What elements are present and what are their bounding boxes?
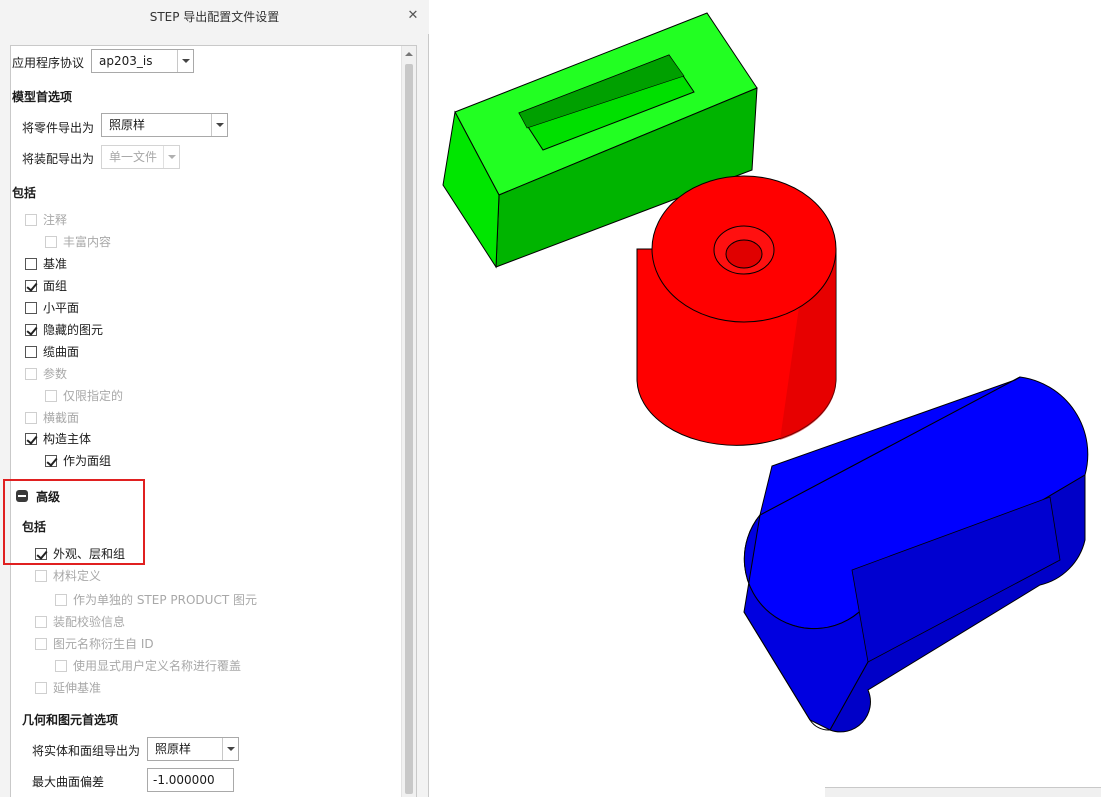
max-deviation-input[interactable] <box>148 769 233 791</box>
protocol-select[interactable]: ap203_is <box>91 49 194 73</box>
chevron-down-icon <box>211 114 227 136</box>
export-solids-value: 照原样 <box>155 742 192 756</box>
label-material-definition: 材料定义 <box>53 569 102 583</box>
highlight-box <box>3 479 145 565</box>
checkbox-cable-surfaces[interactable] <box>25 346 37 358</box>
part-export-select[interactable]: 照原样 <box>101 113 228 137</box>
label-override-user-names: 使用显式用户定义名称进行覆盖 <box>73 659 242 673</box>
label-rich-content: 丰富内容 <box>63 235 112 249</box>
label-specified-only: 仅限指定的 <box>63 389 124 403</box>
chevron-down-icon <box>177 50 193 72</box>
status-strip <box>825 787 1101 797</box>
checkbox-assembly-validation <box>35 616 47 628</box>
max-deviation-label: 最大曲面偏差 <box>32 775 105 789</box>
protocol-label: 应用程序协议 <box>12 56 85 70</box>
dialog-title: STEP 导出配置文件设置 <box>0 0 429 34</box>
protocol-value: ap203_is <box>99 54 153 68</box>
scroll-up-icon[interactable] <box>402 46 416 62</box>
chevron-down-icon <box>222 738 238 760</box>
model-prefs-heading: 模型首选项 <box>12 90 73 104</box>
label-hidden-entities: 隐藏的图元 <box>43 323 104 337</box>
checkbox-separate-step-product <box>55 594 67 606</box>
checkbox-parameters <box>25 368 37 380</box>
export-solids-select[interactable]: 照原样 <box>147 737 239 761</box>
part-export-label: 将零件导出为 <box>22 121 95 135</box>
export-solids-label: 将实体和面组导出为 <box>32 744 141 758</box>
label-parameters: 参数 <box>43 367 68 381</box>
checkbox-material-definition <box>35 570 47 582</box>
part-export-value: 照原样 <box>109 118 146 132</box>
checkbox-facets[interactable] <box>25 302 37 314</box>
label-annotation: 注释 <box>43 213 68 227</box>
model-canvas[interactable] <box>430 0 1101 797</box>
label-construction-body: 构造主体 <box>43 432 92 446</box>
label-datum: 基准 <box>43 257 68 271</box>
label-separate-step-product: 作为单独的 STEP PRODUCT 图元 <box>73 593 257 607</box>
checkbox-rich-content <box>45 236 57 248</box>
include-heading: 包括 <box>12 186 37 200</box>
model-viewport[interactable] <box>430 0 1101 797</box>
max-deviation-field[interactable] <box>147 768 234 792</box>
assembly-export-label: 将装配导出为 <box>22 152 95 166</box>
label-as-quilts: 作为面组 <box>63 454 112 468</box>
red-part[interactable] <box>636 175 837 446</box>
scroll-thumb[interactable] <box>405 64 413 794</box>
checkbox-specified-only <box>45 390 57 402</box>
label-entity-name-from-id: 图元名称衍生自 ID <box>53 637 154 651</box>
checkbox-extend-datums <box>35 682 47 694</box>
close-icon[interactable]: ✕ <box>406 9 420 23</box>
label-facets: 小平面 <box>43 301 80 315</box>
checkbox-override-user-names <box>55 660 67 672</box>
assembly-export-value: 单一文件 <box>109 150 158 164</box>
label-cable-surfaces: 缆曲面 <box>43 345 80 359</box>
checkbox-quilts[interactable] <box>25 280 37 292</box>
label-quilts: 面组 <box>43 279 68 293</box>
geometry-heading: 几何和图元首选项 <box>22 713 119 727</box>
checkbox-entity-name-from-id <box>35 638 47 650</box>
chevron-down-icon <box>163 146 179 168</box>
vertical-scrollbar[interactable] <box>401 46 416 797</box>
checkbox-datum[interactable] <box>25 258 37 270</box>
label-cross-sections: 横截面 <box>43 411 80 425</box>
checkbox-cross-sections <box>25 412 37 424</box>
checkbox-construction-body[interactable] <box>25 433 37 445</box>
step-export-settings-panel: STEP 导出配置文件设置 ✕ 应用程序协议 ap203_is 模型首选项 将零… <box>0 0 429 797</box>
label-assembly-validation: 装配校验信息 <box>53 615 126 629</box>
checkbox-hidden-entities[interactable] <box>25 324 37 336</box>
checkbox-as-quilts[interactable] <box>45 455 57 467</box>
assembly-export-select: 单一文件 <box>101 145 180 169</box>
settings-content: 应用程序协议 ap203_is 模型首选项 将零件导出为 照原样 将装配导出为 … <box>10 45 417 797</box>
checkbox-annotation <box>25 214 37 226</box>
label-extend-datums: 延伸基准 <box>53 681 102 695</box>
